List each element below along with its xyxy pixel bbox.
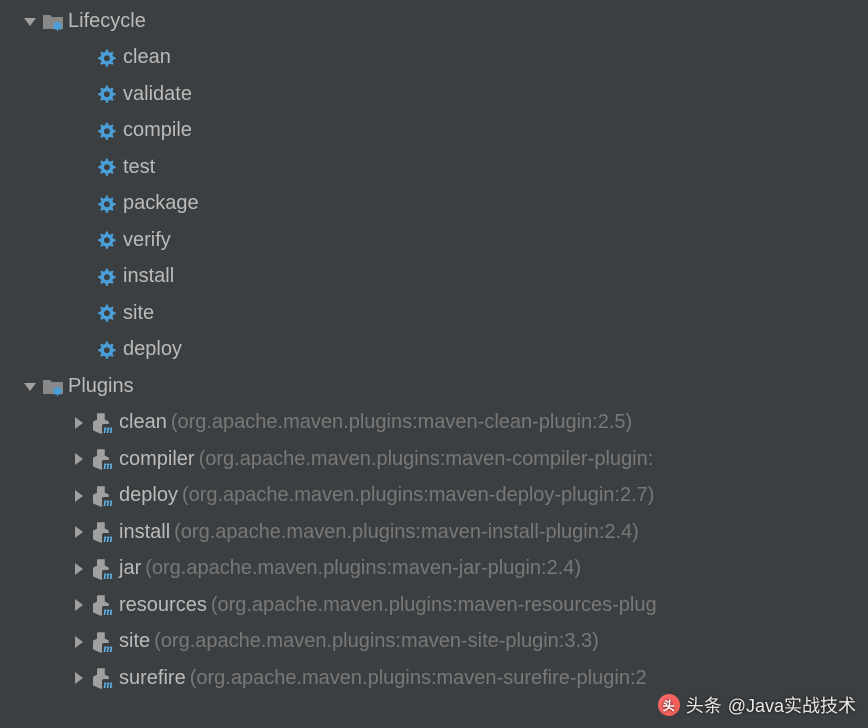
phase-label: deploy — [123, 338, 182, 361]
watermark-handle: @Java实战技术 — [728, 692, 856, 718]
plugin-name: jar — [119, 557, 141, 580]
phase-label: site — [123, 302, 154, 325]
maven-plugin-icon — [91, 558, 115, 580]
gear-icon — [95, 83, 117, 105]
chevron-right-icon[interactable] — [75, 490, 83, 502]
plugin-coords: (org.apache.maven.plugins:maven-clean-pl… — [171, 411, 632, 434]
plugin-name: compiler — [119, 448, 195, 471]
plugin-node[interactable]: site (org.apache.maven.plugins:maven-sit… — [0, 624, 868, 661]
plugins-label: Plugins — [68, 375, 134, 398]
gear-icon — [95, 266, 117, 288]
plugin-coords: (org.apache.maven.plugins:maven-deploy-p… — [182, 484, 655, 507]
lifecycle-phase[interactable]: package — [0, 186, 868, 223]
maven-plugin-icon — [91, 412, 115, 434]
chevron-down-icon[interactable] — [24, 383, 36, 391]
phase-label: clean — [123, 46, 171, 69]
phase-label: compile — [123, 119, 192, 142]
chevron-right-icon[interactable] — [75, 526, 83, 538]
lifecycle-phase[interactable]: deploy — [0, 332, 868, 369]
maven-plugin-icon — [91, 667, 115, 689]
chevron-down-icon[interactable] — [24, 18, 36, 26]
plugin-name: deploy — [119, 484, 178, 507]
maven-plugin-icon — [91, 485, 115, 507]
lifecycle-phase[interactable]: clean — [0, 40, 868, 77]
maven-plugin-icon — [91, 521, 115, 543]
phase-label: validate — [123, 83, 192, 106]
plugins-node[interactable]: Plugins — [0, 368, 868, 405]
chevron-right-icon[interactable] — [75, 563, 83, 575]
gear-icon — [95, 193, 117, 215]
gear-icon — [95, 47, 117, 69]
toutiao-icon: 头 — [658, 694, 680, 716]
gear-icon — [95, 339, 117, 361]
plugin-name: clean — [119, 411, 167, 434]
lifecycle-phase[interactable]: site — [0, 295, 868, 332]
phase-label: verify — [123, 229, 171, 252]
plugin-node[interactable]: jar (org.apache.maven.plugins:maven-jar-… — [0, 551, 868, 588]
plugin-coords: (org.apache.maven.plugins:maven-jar-plug… — [145, 557, 581, 580]
lifecycle-phase[interactable]: verify — [0, 222, 868, 259]
maven-plugin-icon — [91, 448, 115, 470]
phase-label: test — [123, 156, 155, 179]
watermark: 头 头条 @Java实战技术 — [658, 692, 856, 718]
gear-icon — [95, 156, 117, 178]
plugin-name: resources — [119, 594, 207, 617]
lifecycle-phase[interactable]: validate — [0, 76, 868, 113]
lifecycle-phase[interactable]: test — [0, 149, 868, 186]
chevron-right-icon[interactable] — [75, 417, 83, 429]
lifecycle-phase[interactable]: install — [0, 259, 868, 296]
plugin-node[interactable]: clean (org.apache.maven.plugins:maven-cl… — [0, 405, 868, 442]
plugin-coords: (org.apache.maven.plugins:maven-compiler… — [199, 448, 654, 471]
chevron-right-icon[interactable] — [75, 672, 83, 684]
phase-label: install — [123, 265, 174, 288]
plugin-node[interactable]: resources (org.apache.maven.plugins:mave… — [0, 587, 868, 624]
watermark-prefix: 头条 — [686, 692, 722, 718]
plugin-name: install — [119, 521, 170, 544]
plugin-name: surefire — [119, 667, 186, 690]
maven-tree: Lifecycle clean validate compile test pa… — [0, 0, 868, 697]
plugin-coords: (org.apache.maven.plugins:maven-site-plu… — [154, 630, 599, 653]
phase-label: package — [123, 192, 199, 215]
plugin-node[interactable]: deploy (org.apache.maven.plugins:maven-d… — [0, 478, 868, 515]
plugin-coords: (org.apache.maven.plugins:maven-resource… — [211, 594, 657, 617]
plugin-name: site — [119, 630, 150, 653]
gear-icon — [95, 120, 117, 142]
lifecycle-node[interactable]: Lifecycle — [0, 3, 868, 40]
gear-icon — [95, 229, 117, 251]
chevron-right-icon[interactable] — [75, 453, 83, 465]
plugin-coords: (org.apache.maven.plugins:maven-surefire… — [190, 667, 647, 690]
maven-plugin-icon — [91, 594, 115, 616]
lifecycle-phase[interactable]: compile — [0, 113, 868, 150]
gear-icon — [95, 302, 117, 324]
folder-gear-icon — [42, 12, 64, 30]
lifecycle-label: Lifecycle — [68, 10, 146, 33]
chevron-right-icon[interactable] — [75, 636, 83, 648]
chevron-right-icon[interactable] — [75, 599, 83, 611]
plugin-node[interactable]: compiler (org.apache.maven.plugins:maven… — [0, 441, 868, 478]
plugin-coords: (org.apache.maven.plugins:maven-install-… — [174, 521, 639, 544]
folder-gear-icon — [42, 377, 64, 395]
maven-plugin-icon — [91, 631, 115, 653]
plugin-node[interactable]: install (org.apache.maven.plugins:maven-… — [0, 514, 868, 551]
